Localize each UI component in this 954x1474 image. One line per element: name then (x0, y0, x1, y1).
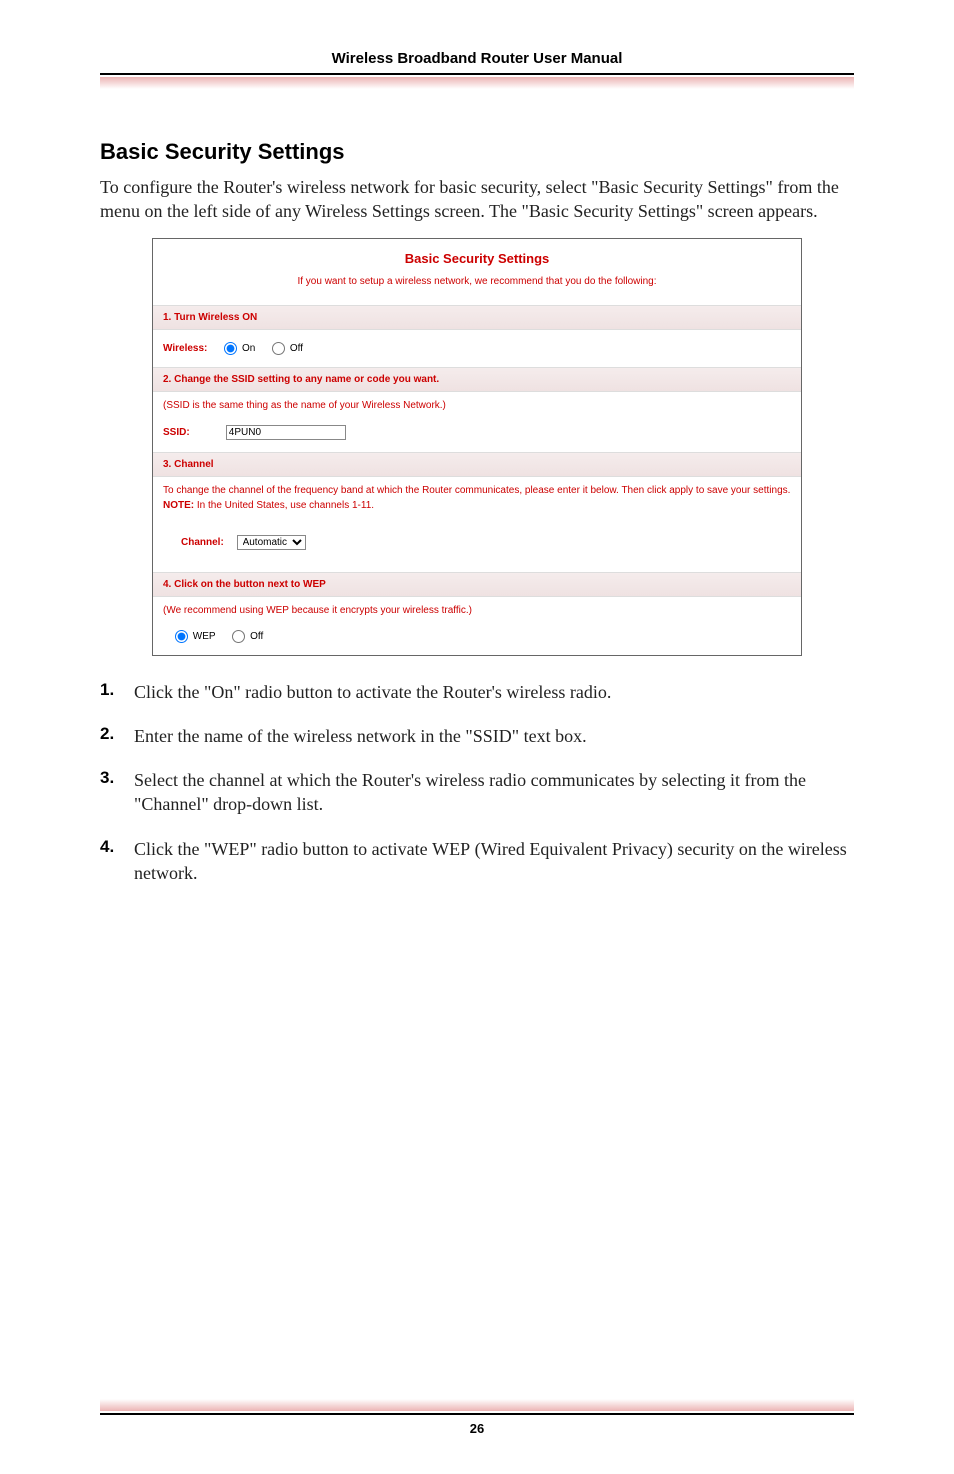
ssid-label: SSID: (163, 427, 223, 438)
ss-header-2: 2. Change the SSID setting to any name o… (153, 367, 801, 392)
step-text-fragment: Enter the name of the wireless network i… (134, 726, 473, 746)
header-title: Wireless Broadband Router User Manual (100, 50, 854, 73)
wireless-label: Wireless: (163, 343, 207, 354)
wireless-on-label: On (242, 343, 255, 354)
ssid-smallcaps: SSID (473, 726, 512, 746)
ss-row-ssid: SSID: (153, 413, 801, 452)
channel-select[interactable]: Automatic (237, 535, 306, 550)
header-rule (100, 73, 854, 75)
header-accent (100, 77, 854, 89)
content-area: Basic Security Settings To configure the… (0, 97, 954, 885)
step-number: 4. (100, 837, 134, 857)
ssid-input[interactable] (226, 425, 346, 440)
footer-accent (100, 1399, 854, 1411)
page-number: 26 (100, 1415, 854, 1436)
wep-smallcaps: WEP (432, 839, 470, 859)
channel-label: Channel: (181, 537, 224, 548)
wep-label: WEP (193, 631, 216, 642)
channel-note-label: NOTE: (163, 500, 194, 511)
step-text-fragment: " text box. (512, 726, 587, 746)
wireless-off-label: Off (290, 343, 303, 354)
step-number: 2. (100, 724, 134, 744)
list-item: 2. Enter the name of the wireless networ… (100, 724, 854, 748)
ss-row-wep: WEP Off (153, 618, 801, 655)
step-text: Click the "On" radio button to activate … (134, 680, 611, 704)
instruction-list: 1. Click the "On" radio button to activa… (100, 680, 854, 886)
list-item: 1. Click the "On" radio button to activa… (100, 680, 854, 704)
wep-off-label: Off (250, 631, 263, 642)
wep-off-radio[interactable] (232, 630, 245, 643)
step-text-fragment: Click the " (134, 839, 211, 859)
channel-desc: To change the channel of the frequency b… (153, 477, 801, 498)
wireless-on-radio[interactable] (224, 342, 237, 355)
ss-row-channel: Channel: Automatic (153, 523, 801, 572)
step-text: Select the channel at which the Router's… (134, 768, 854, 817)
ssid-note: (SSID is the same thing as the name of y… (153, 392, 801, 413)
screenshot-lead: If you want to setup a wireless network,… (153, 272, 801, 305)
list-item: 3. Select the channel at which the Route… (100, 768, 854, 817)
ss-header-3: 3. Channel (153, 452, 801, 477)
wep-radio[interactable] (175, 630, 188, 643)
step-number: 3. (100, 768, 134, 788)
step-text: Enter the name of the wireless network i… (134, 724, 587, 748)
ss-header-4: 4. Click on the button next to WEP (153, 572, 801, 597)
ss-header-1: 1. Turn Wireless ON (153, 305, 801, 330)
screenshot-title: Basic Security Settings (153, 239, 801, 272)
page-footer: 26 (100, 1399, 854, 1436)
page-header: Wireless Broadband Router User Manual (0, 0, 954, 97)
step-number: 1. (100, 680, 134, 700)
section-intro: To configure the Router's wireless netwo… (100, 175, 854, 224)
section-title: Basic Security Settings (100, 139, 854, 165)
step-text: Click the "WEP" radio button to activate… (134, 837, 854, 886)
wireless-off-radio[interactable] (272, 342, 285, 355)
step-text-fragment: " radio button to activate (249, 839, 432, 859)
channel-note: NOTE: In the United States, use channels… (153, 498, 801, 523)
ss-row-wireless: Wireless: On Off (153, 330, 801, 367)
wep-note: (We recommend using WEP because it encry… (153, 597, 801, 618)
channel-note-text: In the United States, use channels 1-11. (194, 500, 374, 511)
list-item: 4. Click the "WEP" radio button to activ… (100, 837, 854, 886)
embedded-screenshot: Basic Security Settings If you want to s… (152, 238, 802, 656)
wep-smallcaps: WEP (211, 839, 249, 859)
